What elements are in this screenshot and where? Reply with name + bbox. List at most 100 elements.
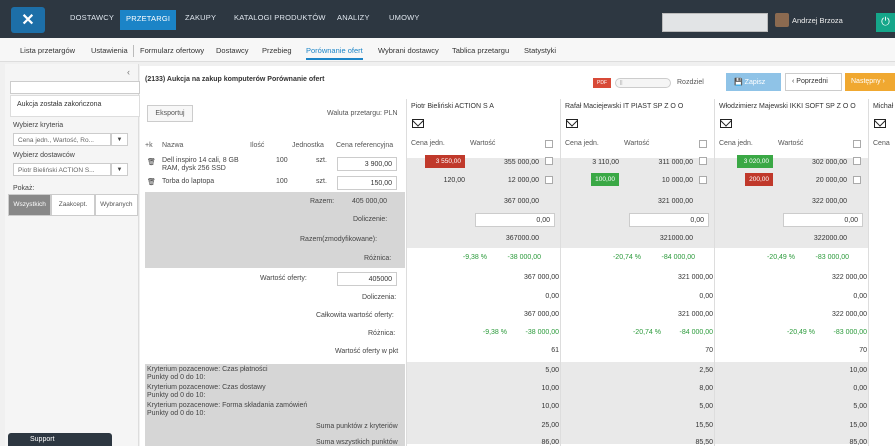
kryt3-points: 10,00 bbox=[541, 403, 559, 410]
user-name[interactable]: Andrzej Brzoza bbox=[792, 16, 843, 25]
toggle-switch[interactable]: || bbox=[615, 78, 671, 88]
points: 70 bbox=[859, 347, 867, 354]
wartosc-value[interactable]: 405000 bbox=[337, 272, 397, 286]
sidebar-search[interactable] bbox=[10, 81, 140, 94]
next-label: Następny bbox=[851, 78, 881, 85]
tab-dostawcy[interactable]: Dostawcy bbox=[216, 46, 249, 55]
nav-przetargi[interactable]: PRZETARGI bbox=[120, 10, 177, 30]
ref-price-input[interactable]: 3 900,00 bbox=[337, 157, 397, 171]
tab-lista[interactable]: Lista przetargów bbox=[20, 46, 75, 55]
show-accepted-tab[interactable]: Zaakcept. bbox=[51, 194, 95, 216]
diff2-val: -84 000,00 bbox=[679, 329, 713, 336]
vendors-label: Wybierz dostawców bbox=[13, 152, 75, 159]
criteria-select[interactable]: Cena jedn., Wartość, Ro... bbox=[13, 133, 111, 146]
envelope-icon[interactable] bbox=[412, 119, 424, 128]
select-checkbox[interactable] bbox=[545, 140, 553, 148]
power-icon[interactable]: ⏻ bbox=[876, 13, 895, 32]
nav-analizy[interactable]: ANALIZY bbox=[337, 13, 370, 22]
col-header-value: Wartość bbox=[470, 140, 496, 147]
kryt-1: Kryterium pozacenowe: Czas płatności Pun… bbox=[147, 366, 268, 381]
vendor-column: Włodzimierz Majewski IKKI SOFT SP Z O O … bbox=[714, 99, 869, 446]
collapse-icon[interactable]: ‹ bbox=[127, 67, 130, 77]
accept-checkbox[interactable] bbox=[545, 157, 553, 165]
trash-icon[interactable]: 🗑 bbox=[147, 178, 156, 186]
chevron-down-icon[interactable]: ▼ bbox=[111, 163, 128, 176]
vendor-name: Michał bbox=[873, 103, 894, 110]
kryt3-points: 5,00 bbox=[699, 403, 713, 410]
suma-kryt-label: Suma punktów z kryteriów bbox=[316, 423, 398, 430]
tab-statystyki[interactable]: Statystyki bbox=[524, 46, 556, 55]
accept-checkbox[interactable] bbox=[699, 176, 707, 184]
total-points: 86,00 bbox=[541, 439, 559, 446]
col-header-value: Wartość bbox=[624, 140, 650, 147]
tab-formularz[interactable]: Formularz ofertowy bbox=[140, 46, 204, 55]
razem-value: 322 000,00 bbox=[811, 198, 847, 205]
razem-mod-label: Razem(zmodyfikowane): bbox=[300, 236, 378, 243]
row-name: Dell inspiro 14 cali, 8 GB RAM, dysk 256… bbox=[162, 157, 239, 172]
chevron-down-icon[interactable]: ▼ bbox=[111, 133, 128, 146]
kryt-3: Kryterium pozacenowe: Forma składania za… bbox=[147, 402, 308, 417]
row-unit: szt. bbox=[316, 178, 327, 185]
envelope-icon[interactable] bbox=[566, 119, 578, 128]
accept-checkbox[interactable] bbox=[853, 176, 861, 184]
dolicz-input[interactable]: 0,00 bbox=[629, 213, 709, 227]
kryt1-points: 10,00 bbox=[849, 367, 867, 374]
app-logo[interactable]: ✕ bbox=[11, 7, 45, 33]
unit-price: 100,00 bbox=[591, 173, 619, 186]
vendors-select[interactable]: Piotr Bieliński ACTION S... bbox=[13, 163, 111, 176]
envelope-icon[interactable] bbox=[720, 119, 732, 128]
export-button[interactable]: Eksportuj bbox=[147, 105, 193, 122]
show-filter-tabs: Wszystkich Zaakcept. Wybranych bbox=[8, 194, 138, 216]
accept-checkbox[interactable] bbox=[853, 157, 861, 165]
comparison-panel: (2133) Aukcja na zakup komputerów Porówn… bbox=[140, 66, 895, 446]
support-button[interactable]: Support bbox=[8, 433, 112, 446]
envelope-icon[interactable] bbox=[874, 119, 886, 128]
nav-zakupy[interactable]: ZAKUPY bbox=[185, 13, 216, 22]
dolicz-input[interactable]: 0,00 bbox=[783, 213, 863, 227]
tab-tablica[interactable]: Tablica przetargu bbox=[452, 46, 509, 55]
tab-wybrani[interactable]: Wybrani dostawcy bbox=[378, 46, 439, 55]
ref-price-input[interactable]: 150,00 bbox=[337, 176, 397, 190]
save-button[interactable]: 💾 Zapisz bbox=[726, 73, 781, 91]
doliczenia-label: Doliczenia: bbox=[362, 294, 397, 301]
previous-button[interactable]: ‹ Poprzedni bbox=[785, 73, 842, 91]
pdf-button[interactable]: PDF bbox=[593, 78, 611, 88]
points: 70 bbox=[705, 347, 713, 354]
tab-porownanie[interactable]: Porównanie ofert bbox=[306, 46, 363, 60]
total-value: 322 000,00 bbox=[831, 311, 867, 318]
show-selected-tab[interactable]: Wybranych bbox=[94, 194, 138, 216]
search-input[interactable] bbox=[662, 13, 768, 32]
tab-ustawienia[interactable]: Ustawienia bbox=[91, 46, 128, 55]
razem-mod-value: 367000.00 bbox=[505, 235, 539, 242]
vendor-name: Włodzimierz Majewski IKKI SOFT SP Z O O bbox=[719, 103, 856, 110]
col-header-price: Cena jedn. bbox=[565, 140, 599, 147]
dolicz-value: 0,00 bbox=[699, 293, 713, 300]
nav-dostawcy[interactable]: DOSTAWCY bbox=[70, 13, 114, 22]
select-checkbox[interactable] bbox=[853, 140, 861, 148]
dolicz-input[interactable]: 0,00 bbox=[475, 213, 555, 227]
offer-value: 322 000,00 bbox=[831, 274, 867, 281]
col-header-qty: Ilość bbox=[250, 142, 265, 149]
nav-umowy[interactable]: UMOWY bbox=[389, 13, 420, 22]
currency-label: Waluta przetargu: PLN bbox=[327, 110, 398, 117]
kryt1-points: 5,00 bbox=[545, 367, 559, 374]
avatar[interactable] bbox=[775, 13, 789, 27]
nav-katalogi[interactable]: KATALOGI PRODUKTÓW bbox=[234, 13, 326, 22]
razem-label: Razem: bbox=[310, 198, 335, 205]
auction-closed-message: Aukcja została zakończona bbox=[10, 95, 140, 117]
calk-label: Całkowita wartość oferty: bbox=[316, 312, 394, 319]
row-name: Torba do laptopa bbox=[162, 178, 215, 185]
diff-val: -84 000,00 bbox=[661, 254, 695, 261]
split-label[interactable]: Rozdziel bbox=[677, 79, 704, 86]
select-checkbox[interactable] bbox=[699, 140, 707, 148]
kryt2-points: 0,00 bbox=[853, 385, 867, 392]
roznica2-label: Różnica: bbox=[368, 330, 396, 337]
show-all-tab[interactable]: Wszystkich bbox=[8, 194, 52, 216]
trash-icon[interactable]: 🗑 bbox=[147, 158, 156, 166]
accept-checkbox[interactable] bbox=[699, 157, 707, 165]
next-button[interactable]: Następny › bbox=[845, 73, 895, 91]
vendor-column: Michał Cena bbox=[868, 99, 895, 446]
diff-val: -83 000,00 bbox=[815, 254, 849, 261]
tab-przebieg[interactable]: Przebieg bbox=[262, 46, 292, 55]
accept-checkbox[interactable] bbox=[545, 176, 553, 184]
